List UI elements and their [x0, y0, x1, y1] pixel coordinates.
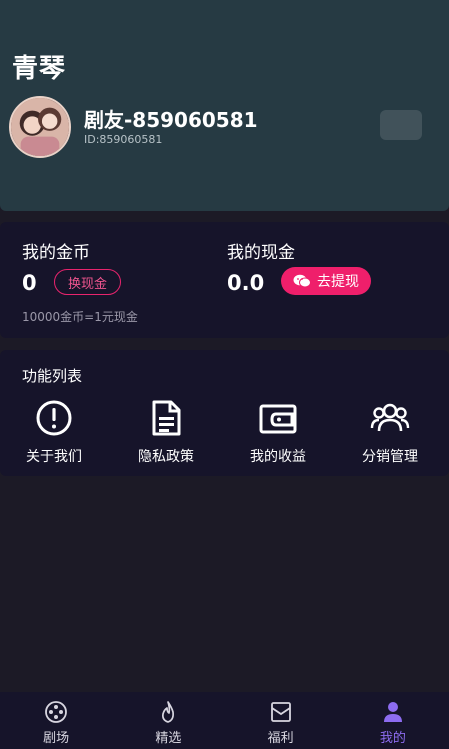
feature-privacy-policy[interactable]: 隐私政策 [110, 394, 222, 470]
film-reel-icon [45, 701, 68, 723]
user-id: ID:859060581 [84, 133, 163, 146]
nav-label: 剧场 [43, 731, 70, 746]
nav-mine[interactable]: 我的 [337, 692, 449, 749]
flame-icon [162, 701, 175, 723]
nav-theater[interactable]: 剧场 [0, 692, 112, 749]
decorative-icon [380, 110, 422, 140]
page-title: 青琴 [12, 54, 67, 84]
document-icon [152, 400, 181, 436]
feature-my-earnings[interactable]: 我的收益 [222, 394, 334, 470]
cash-value: 0.0 [227, 271, 265, 295]
profile-header: 青琴 剧友-859060581 ID:859060581 [0, 0, 449, 211]
feature-label: 我的收益 [250, 449, 306, 465]
withdraw-button[interactable]: 去提现 [281, 267, 371, 295]
nav-welfare[interactable]: 福利 [225, 692, 337, 749]
feature-label: 关于我们 [26, 449, 82, 465]
avatar-image [11, 98, 69, 156]
nav-label: 精选 [155, 731, 182, 746]
exchange-rate-note: 10000金币=1元现金 [22, 310, 138, 324]
withdraw-label: 去提现 [317, 274, 359, 290]
coins-value: 0 [22, 271, 37, 295]
bottom-nav: 剧场 精选 福利 我的 [0, 692, 449, 749]
person-icon [383, 702, 402, 722]
nav-label: 福利 [267, 731, 294, 746]
feature-label: 分销管理 [362, 449, 418, 465]
wallet-icon [259, 404, 297, 434]
envelope-icon [270, 702, 291, 722]
nav-featured[interactable]: 精选 [112, 692, 224, 749]
cash-label: 我的现金 [227, 243, 295, 263]
user-name: 剧友-859060581 [84, 108, 258, 132]
info-icon [36, 400, 72, 436]
nav-label: 我的 [379, 731, 406, 746]
feature-about-us[interactable]: 关于我们 [0, 394, 110, 470]
wechat-icon [293, 274, 311, 288]
feature-list-title: 功能列表 [22, 367, 83, 385]
exchange-cash-button[interactable]: 换现金 [54, 269, 121, 295]
feature-label: 隐私政策 [138, 449, 194, 465]
users-icon [370, 403, 410, 432]
feature-list: 功能列表 关于我们 隐私政策 我的收益 分销管理 [0, 350, 449, 476]
avatar[interactable] [9, 96, 71, 158]
wallet-card: 我的金币 0 换现金 我的现金 0.0 去提现 10000金币=1元现金 [0, 222, 449, 338]
feature-distribution-management[interactable]: 分销管理 [334, 394, 446, 470]
coins-label: 我的金币 [22, 243, 90, 263]
